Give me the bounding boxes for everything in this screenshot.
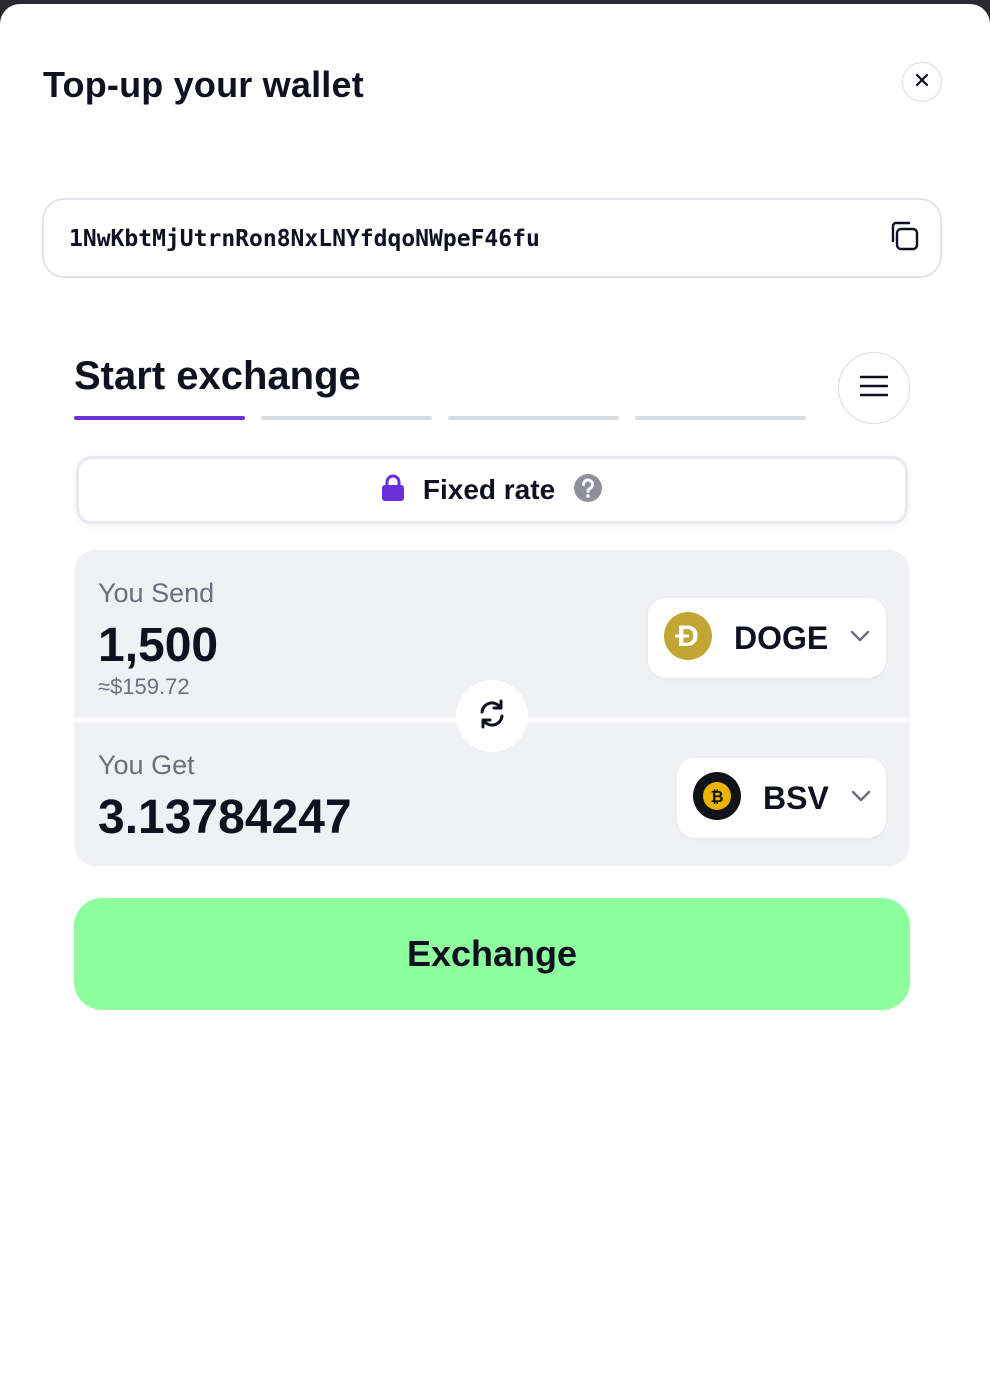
modal-title: Top-up your wallet bbox=[43, 64, 364, 105]
step-indicator-1 bbox=[74, 416, 245, 420]
bsv-coin-icon: ₿ bbox=[693, 771, 741, 825]
wallet-address: 1NwKbtMjUtrnRon8NxLNYfdqoNWpeF46fu bbox=[69, 226, 540, 252]
menu-button[interactable] bbox=[838, 352, 910, 424]
wallet-address-field[interactable]: 1NwKbtMjUtrnRon8NxLNYfdqoNWpeF46fu bbox=[42, 198, 942, 278]
lock-icon bbox=[381, 474, 405, 507]
help-icon[interactable] bbox=[573, 473, 603, 508]
get-label: You Get bbox=[98, 750, 195, 780]
send-label: You Send bbox=[98, 578, 215, 608]
fixed-rate-toggle[interactable]: Fixed rate bbox=[76, 456, 908, 524]
hamburger-menu-icon bbox=[859, 375, 889, 402]
exchange-button[interactable]: Exchange bbox=[74, 898, 910, 1010]
step-indicator-3 bbox=[448, 416, 619, 420]
close-icon bbox=[915, 73, 929, 92]
rate-mode-label: Fixed rate bbox=[422, 474, 556, 505]
copy-icon bbox=[887, 219, 921, 258]
swap-direction-button[interactable] bbox=[456, 680, 528, 752]
exchange-title: Start exchange bbox=[74, 354, 361, 398]
chevron-down-icon bbox=[851, 789, 871, 807]
get-coin-select[interactable]: ₿ BSV bbox=[677, 758, 886, 838]
get-amount-value: 3.13784247 bbox=[98, 791, 352, 844]
svg-text:₿: ₿ bbox=[710, 788, 723, 806]
copy-address-button[interactable] bbox=[884, 218, 924, 258]
swap-icon bbox=[476, 698, 508, 735]
send-coin-name: DOGE bbox=[734, 619, 829, 656]
close-button[interactable] bbox=[902, 62, 942, 102]
doge-coin-icon: D bbox=[664, 611, 712, 665]
top-up-modal: Top-up your wallet 1NwKbtMjUtrnRon8NxLNY… bbox=[0, 4, 990, 1390]
get-coin-name: BSV bbox=[763, 779, 829, 816]
send-amount-input[interactable]: 1,500 bbox=[98, 618, 218, 673]
step-indicator-4 bbox=[635, 416, 806, 420]
chevron-down-icon bbox=[850, 629, 870, 647]
send-coin-select[interactable]: D DOGE bbox=[648, 598, 886, 678]
send-usd-estimate: ≈$159.72 bbox=[98, 674, 190, 699]
step-indicator-2 bbox=[261, 416, 432, 420]
